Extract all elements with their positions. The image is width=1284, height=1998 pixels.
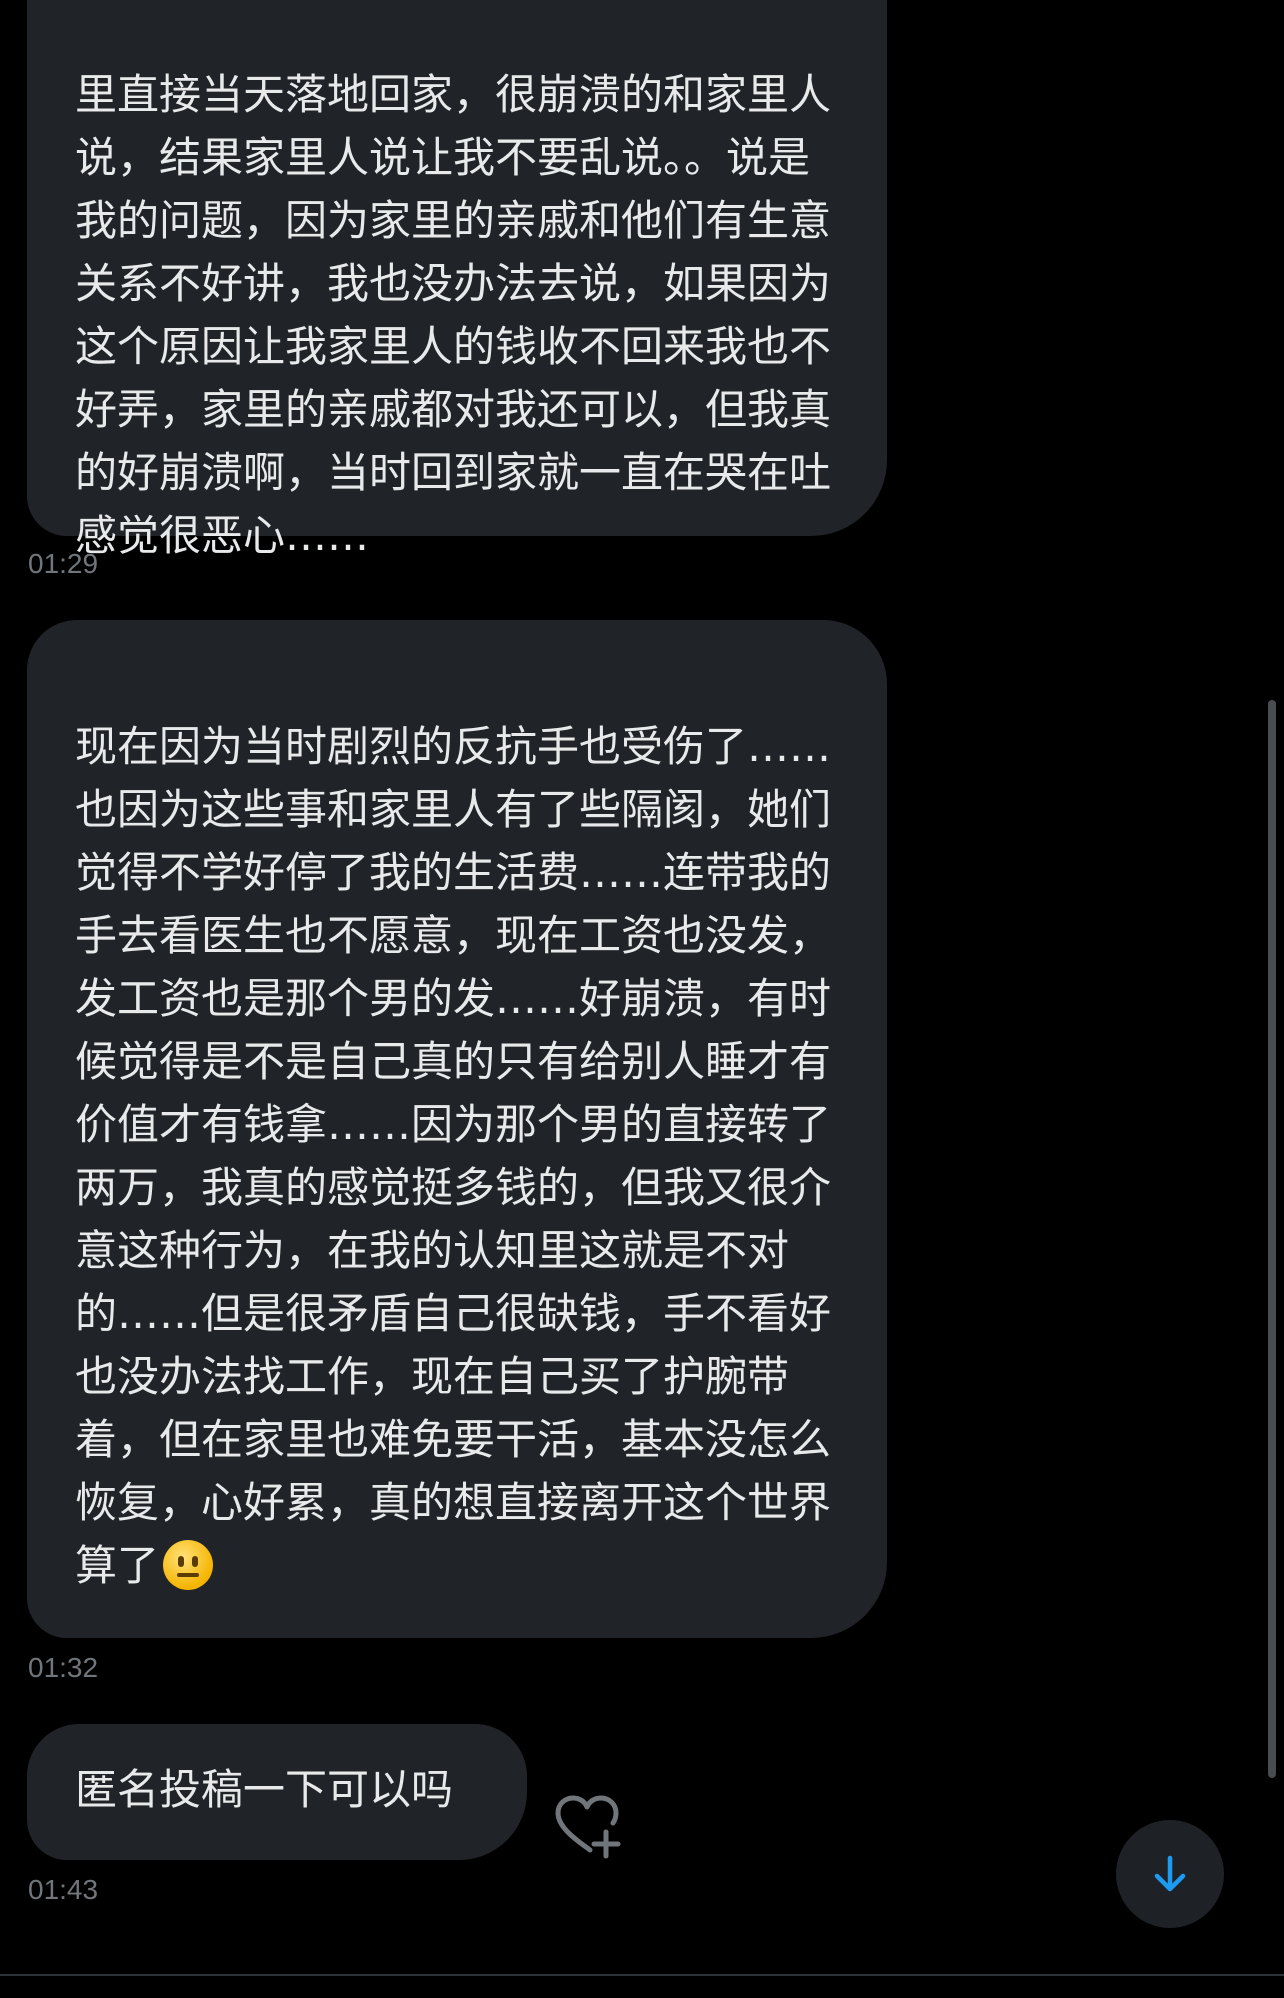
neutral-face-emoji-icon: [163, 1540, 214, 1590]
arrow-down-icon: [1154, 1855, 1186, 1892]
add-reaction-button[interactable]: [552, 1794, 622, 1860]
scrollbar[interactable]: [1268, 700, 1276, 1778]
message-text: 里直接当天落地回家，很崩溃的和家里人说，结果家里人说让我不要乱说。。说是我的问题…: [75, 70, 832, 560]
message-bubble[interactable]: 匿名投稿一下可以吗: [27, 1724, 527, 1860]
message-text: 现在因为当时剧烈的反抗手也受伤了……也因为这些事和家里人有了些隔阂，她们觉得不学…: [75, 722, 832, 1590]
composer-divider: [0, 1974, 1284, 1976]
conversation-thread: 里直接当天落地回家，很崩溃的和家里人说，结果家里人说让我不要乱说。。说是我的问题…: [0, 0, 1284, 1998]
message-timestamp: 01:29: [28, 548, 99, 579]
message-timestamp: 01:32: [28, 1652, 99, 1683]
message-bubble[interactable]: 里直接当天落地回家，很崩溃的和家里人说，结果家里人说让我不要乱说。。说是我的问题…: [27, 0, 887, 560]
message-timestamp: 01:43: [28, 1874, 99, 1905]
scroll-to-bottom-button[interactable]: [1116, 1820, 1224, 1928]
message-bubble[interactable]: 现在因为当时剧烈的反抗手也受伤了……也因为这些事和家里人有了些隔阂，她们觉得不学…: [27, 620, 887, 1638]
heart-plus-icon: [555, 1795, 621, 1859]
message-text: 匿名投稿一下可以吗: [75, 1765, 454, 1814]
